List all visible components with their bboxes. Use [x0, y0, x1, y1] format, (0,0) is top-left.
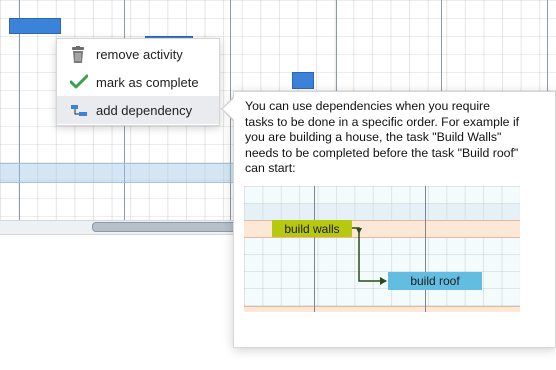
menu-item-mark-as-complete[interactable]: mark as complete: [57, 68, 219, 96]
tooltip-text: You can use dependencies when you requir…: [245, 99, 520, 175]
trash-icon: [70, 46, 86, 63]
task-bar[interactable]: [292, 72, 314, 89]
task-bar[interactable]: [9, 18, 61, 34]
menu-item-label: remove activity: [96, 46, 183, 62]
check-icon: [69, 74, 89, 90]
tooltip-pointer-fill: [223, 98, 234, 120]
menu-item-label: add dependency: [96, 102, 193, 118]
menu-item-remove-activity[interactable]: remove activity: [57, 40, 219, 68]
dependency-icon: [70, 102, 87, 118]
dependency-arrow: [352, 227, 387, 285]
dependency-illustration: build walls build roof: [244, 186, 520, 312]
menu-item-add-dependency[interactable]: add dependency: [57, 96, 219, 124]
dependency-tooltip: You can use dependencies when you requir…: [233, 91, 556, 348]
context-menu: remove activity mark as complete add dep…: [56, 38, 220, 126]
menu-item-label: mark as complete: [96, 74, 199, 90]
